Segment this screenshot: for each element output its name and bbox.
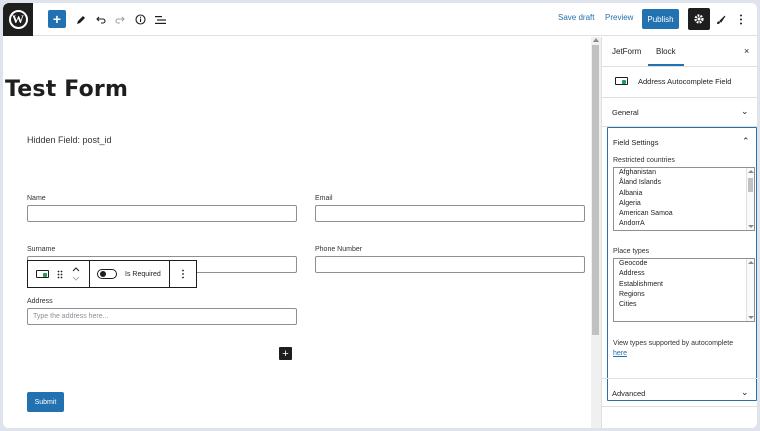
drag-handle-icon[interactable] xyxy=(57,270,63,279)
redo-button[interactable] xyxy=(113,11,127,28)
scrollbar-thumb[interactable] xyxy=(748,178,753,192)
chevron-down-icon: ⌄ xyxy=(741,387,749,397)
settings-sidebar: JetForm Block × Address Autocomplete Fie… xyxy=(601,37,757,428)
advanced-panel-title: Advanced xyxy=(612,389,646,398)
brush-icon xyxy=(717,15,726,24)
save-draft-button[interactable]: Save draft xyxy=(558,13,594,22)
wordpress-logo-icon: W xyxy=(8,10,28,29)
is-required-toggle[interactable] xyxy=(97,269,117,279)
list-item[interactable]: American Samoa xyxy=(614,209,754,219)
address-field-block-icon xyxy=(615,77,628,85)
list-view-button[interactable] xyxy=(153,11,167,28)
close-sidebar-button[interactable]: × xyxy=(744,46,749,56)
list-item[interactable]: Albania xyxy=(614,189,754,199)
scroll-up-icon[interactable] xyxy=(748,170,754,173)
top-toolbar: W + Save draft Preview Publish xyxy=(3,3,757,36)
list-item[interactable]: Algeria xyxy=(614,199,754,209)
submit-button[interactable]: Submit xyxy=(27,392,64,412)
block-toolbar-group xyxy=(28,261,90,287)
add-block-inline-button[interactable]: + xyxy=(279,347,292,360)
plus-icon: + xyxy=(282,347,289,360)
restricted-countries-label: Restricted countries xyxy=(613,157,675,164)
list-item[interactable]: Establishment xyxy=(614,280,754,290)
scroll-down-icon[interactable] xyxy=(748,225,754,228)
advanced-panel-toggle[interactable]: Advanced ⌄ xyxy=(602,378,757,407)
editor-canvas: Test Form Hidden Field: post_id Name Ema… xyxy=(3,37,591,428)
list-item[interactable]: Afghanistan xyxy=(614,168,754,178)
autocomplete-types-link[interactable]: here xyxy=(613,350,627,357)
name-label: Name xyxy=(27,195,46,202)
list-item[interactable]: Cities xyxy=(614,300,754,310)
redo-icon xyxy=(115,16,125,24)
restricted-countries-select[interactable]: Afghanistan Åland Islands Albania Algeri… xyxy=(613,167,755,231)
move-up-down-icon[interactable] xyxy=(72,266,80,282)
place-types-label: Place types xyxy=(613,248,650,255)
block-options-button[interactable] xyxy=(170,261,196,287)
edit-tool-button[interactable] xyxy=(74,11,88,28)
list-item[interactable]: Address xyxy=(614,269,754,279)
details-button[interactable] xyxy=(133,11,147,28)
tab-block[interactable]: Block xyxy=(656,47,676,56)
scroll-down-icon[interactable] xyxy=(748,316,754,319)
address-field[interactable]: Type the address here... xyxy=(27,308,297,325)
required-toggle-group: Is Required xyxy=(90,261,170,287)
wordpress-logo-button[interactable]: W xyxy=(3,3,33,36)
chevron-down-icon: ⌄ xyxy=(741,106,749,116)
general-panel-title: General xyxy=(612,108,639,117)
active-tab-indicator xyxy=(648,64,684,66)
gear-icon xyxy=(694,14,704,24)
place-types-select[interactable]: Geocode Address Establishment Regions Ci… xyxy=(613,258,755,322)
list-item[interactable]: AndorrA xyxy=(614,219,754,229)
name-field[interactable] xyxy=(27,205,297,222)
block-toolbar: Is Required xyxy=(27,260,197,288)
phone-field[interactable] xyxy=(315,256,585,273)
field-settings-panel: Field Settings ⌃ Restricted countries Af… xyxy=(607,127,757,401)
listbox-scrollbar[interactable] xyxy=(746,168,754,230)
surname-label: Surname xyxy=(27,246,56,253)
field-settings-panel-title[interactable]: Field Settings xyxy=(613,138,658,147)
undo-button[interactable] xyxy=(94,11,108,28)
chevron-up-icon[interactable]: ⌃ xyxy=(742,136,750,147)
address-label: Address xyxy=(27,298,53,305)
scrollbar-thumb[interactable] xyxy=(592,45,599,335)
autocomplete-note: View types supported by autocomplete xyxy=(613,340,734,347)
settings-button[interactable] xyxy=(688,8,710,30)
more-vertical-icon xyxy=(740,14,742,25)
more-vertical-icon xyxy=(182,269,184,279)
block-title: Address Autocomplete Field xyxy=(638,77,732,86)
page-title[interactable]: Test Form xyxy=(5,77,128,102)
canvas-scrollbar[interactable] xyxy=(591,37,601,428)
tab-jetform[interactable]: JetForm xyxy=(612,47,641,56)
pencil-icon xyxy=(77,15,85,24)
undo-icon xyxy=(96,16,106,24)
plus-icon: + xyxy=(52,11,62,27)
listbox-scrollbar[interactable] xyxy=(746,259,754,321)
options-menu-button[interactable] xyxy=(736,11,746,28)
is-required-label: Is Required xyxy=(125,270,161,278)
scroll-up-icon[interactable] xyxy=(748,261,754,264)
add-block-button[interactable]: + xyxy=(48,10,66,28)
publish-button[interactable]: Publish xyxy=(642,9,679,29)
list-view-icon xyxy=(154,15,166,24)
email-label: Email xyxy=(315,195,333,202)
list-item[interactable]: Geocode xyxy=(614,259,754,269)
hidden-field-block[interactable]: Hidden Field: post_id xyxy=(27,135,112,145)
scroll-up-icon[interactable] xyxy=(593,38,599,42)
email-field[interactable] xyxy=(315,205,585,222)
phone-label: Phone Number xyxy=(315,246,363,253)
general-panel-toggle[interactable]: General ⌄ xyxy=(602,98,757,127)
styles-button[interactable] xyxy=(714,11,728,28)
list-item[interactable]: Åland Islands xyxy=(614,178,754,188)
list-item[interactable]: Regions xyxy=(614,290,754,300)
info-icon xyxy=(134,14,146,25)
address-field-block-icon[interactable] xyxy=(36,270,49,278)
sidebar-tabs: JetForm Block × xyxy=(602,37,757,67)
preview-button[interactable]: Preview xyxy=(605,13,633,22)
editor-window: W + Save draft Preview Publish Test Form… xyxy=(3,3,757,428)
